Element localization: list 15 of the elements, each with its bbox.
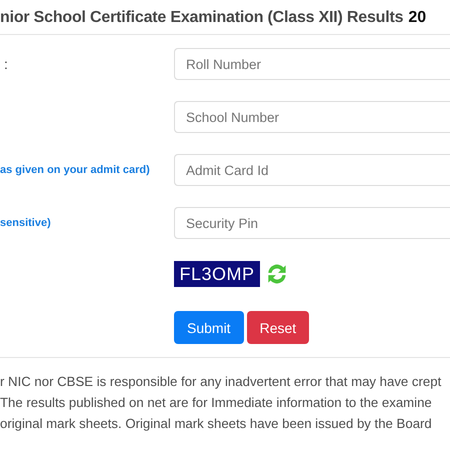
captcha-image: FL3OMP [174,261,260,287]
reset-button[interactable]: Reset [246,311,310,344]
year-text: 20 [408,9,426,27]
input-field[interactable]: Admit Card Id [174,154,450,186]
submit-button[interactable]: Submit [174,311,244,344]
field-hint: as given on your admit card) [0,164,151,176]
input-field[interactable]: Security Pin [174,207,450,239]
page-title: nior School Certificate Examination (Class XII) Results [0,9,404,27]
field-label: : [3,56,9,72]
field-hint: sensitive) [0,217,52,229]
disclaimer-line: original mark sheets. Original mark sheets have been issued by the Board [0,415,433,433]
input-field[interactable]: Roll Number [174,48,450,80]
disclaimer-line: The results published on net are for Immediate information to the examine [0,394,433,412]
input-field[interactable]: School Number [174,101,450,133]
disclaimer-line: r NIC nor CBSE is responsible for any inadvertent error that may have crept [0,373,442,391]
